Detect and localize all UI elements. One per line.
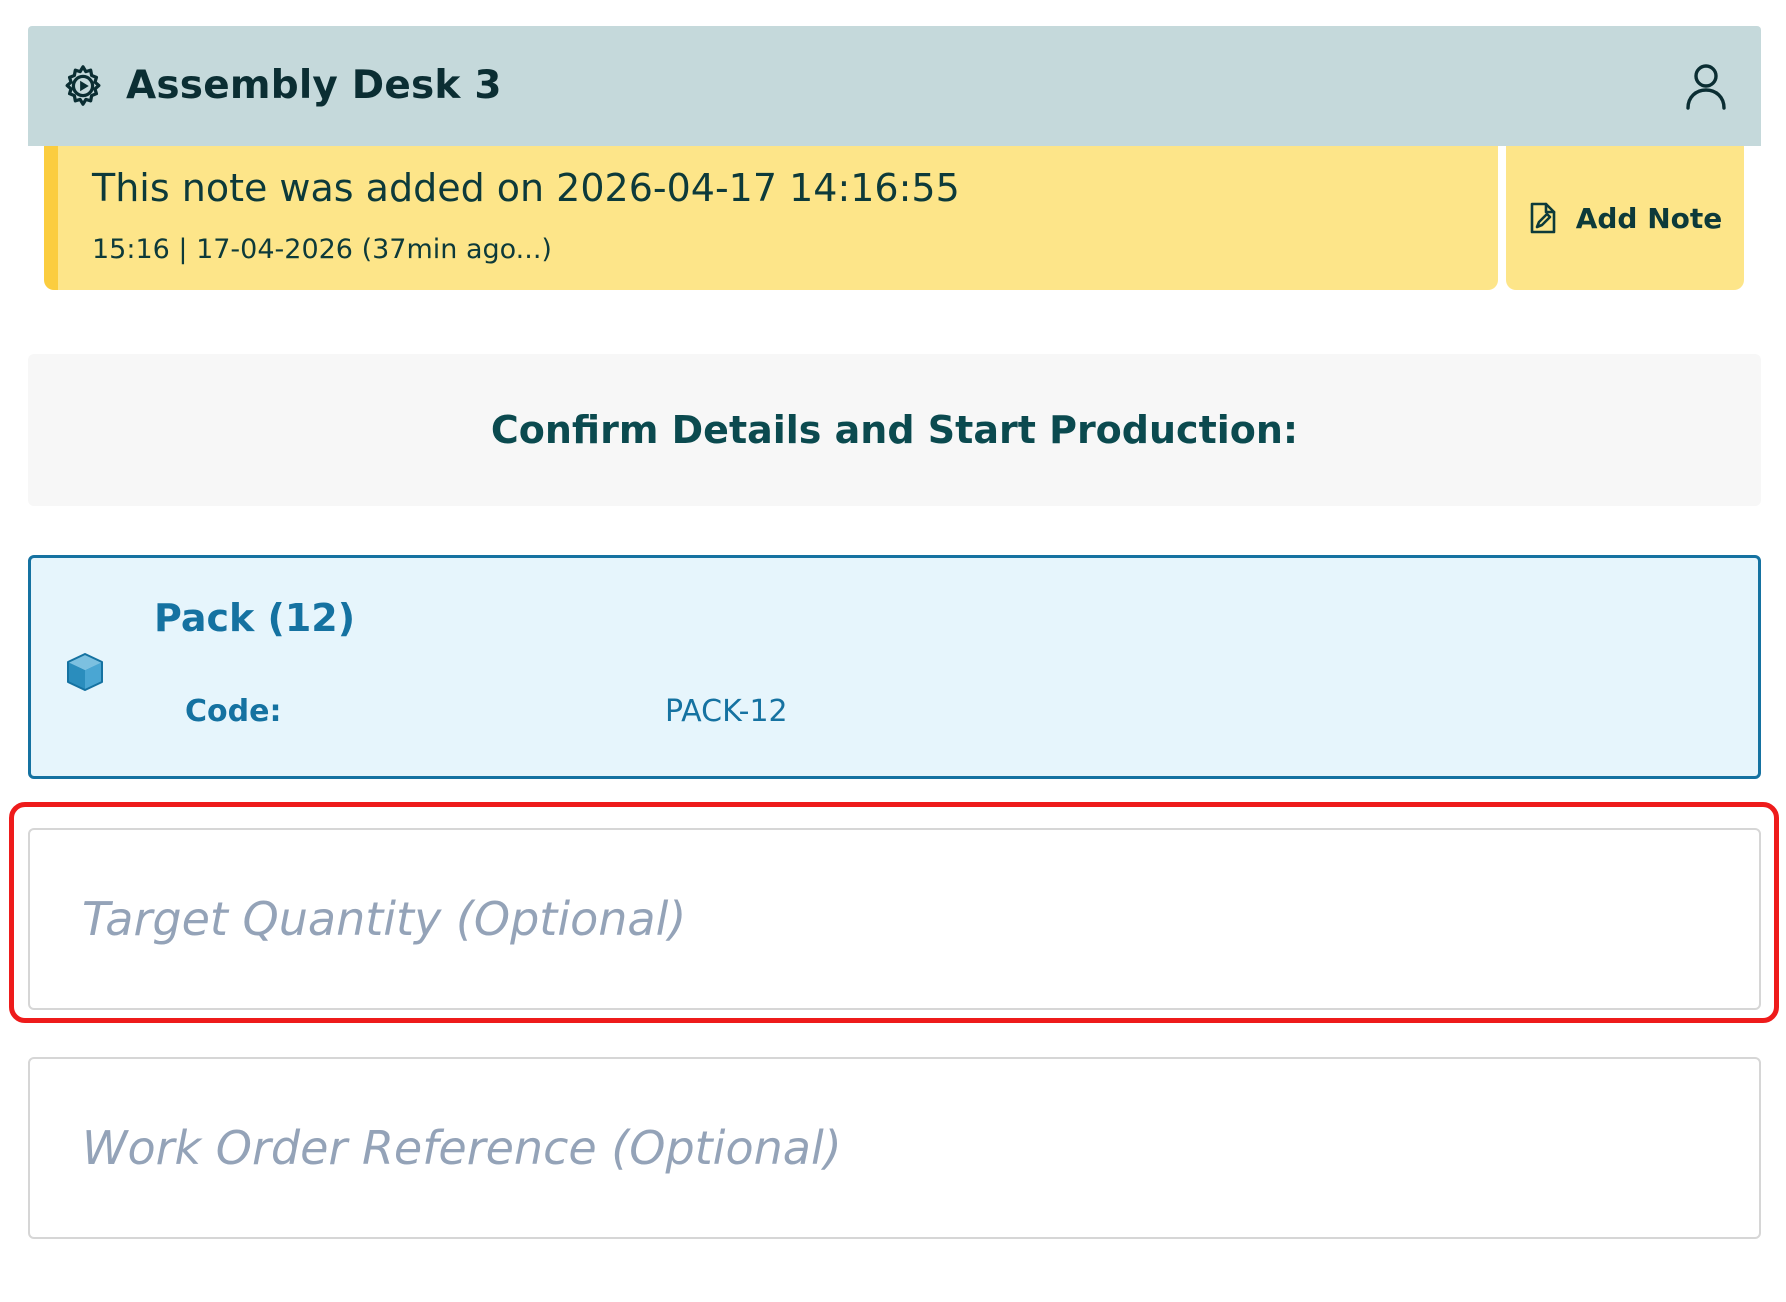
work-order-input[interactable] <box>28 1057 1761 1239</box>
note-edit-icon <box>1530 202 1556 234</box>
product-name: Pack (12) <box>154 596 356 640</box>
note-timestamp: 15:16 | 17-04-2026 (37min ago...) <box>92 234 552 265</box>
app-header: Assembly Desk 3 <box>28 26 1761 146</box>
page-title: Assembly Desk 3 <box>126 63 502 108</box>
target-quantity-input[interactable] <box>28 828 1761 1010</box>
add-note-button[interactable]: Add Note <box>1506 146 1744 290</box>
product-code-value: PACK-12 <box>665 694 788 729</box>
add-note-label: Add Note <box>1575 201 1723 235</box>
section-heading: Confirm Details and Start Production: <box>28 354 1761 506</box>
box-icon <box>67 653 103 691</box>
gear-play-icon <box>65 65 101 106</box>
user-icon[interactable] <box>1685 62 1727 110</box>
product-code-label: Code: <box>185 694 282 729</box>
section-heading-text: Confirm Details and Start Production: <box>490 408 1299 452</box>
note-banner: This note was added on 2026-04-17 14:16:… <box>44 146 1498 290</box>
product-card[interactable]: Pack (12) Code: PACK-12 <box>28 555 1761 779</box>
note-text: This note was added on 2026-04-17 14:16:… <box>92 166 960 210</box>
